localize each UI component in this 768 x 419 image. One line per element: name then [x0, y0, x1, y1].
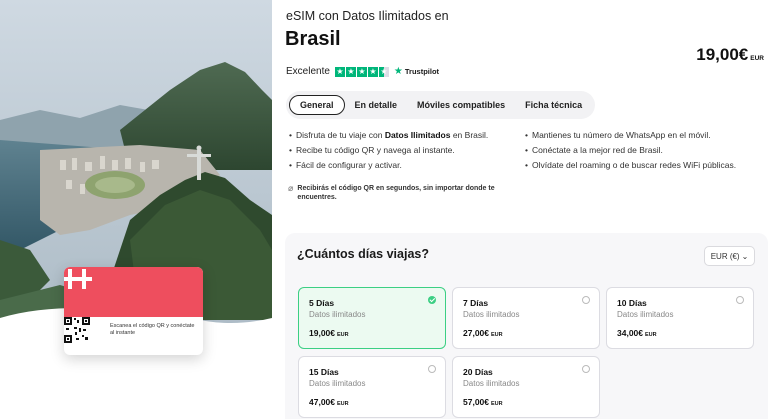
- card-header: [64, 267, 203, 317]
- plan-option-7-days[interactable]: 7 Días Datos ilimitados 27,00€ EUR: [452, 287, 600, 349]
- note-text: Recibirás el código QR en segundos, sin …: [297, 185, 495, 201]
- plan-days: 7 Días: [463, 298, 489, 308]
- chevron-down-icon: ⌄: [741, 251, 749, 261]
- plan-days: 10 Días: [617, 298, 647, 308]
- trustpilot-logo: ★ Trustpilot: [394, 66, 439, 77]
- plan-data: Datos ilimitados: [617, 310, 674, 319]
- page-title: Brasil: [285, 28, 341, 50]
- plan-price: 27,00€ EUR: [463, 328, 503, 338]
- rating-label: Excelente: [286, 66, 330, 77]
- plan-option-15-days[interactable]: 15 Días Datos ilimitados 47,00€ EUR: [298, 356, 446, 418]
- card-body: Escanea el código QR y conéctate al inst…: [64, 317, 203, 355]
- star-icon: ★: [356, 66, 367, 77]
- plan-days: 15 Días: [309, 367, 339, 377]
- card-instructions: Escanea el código QR y conéctate al inst…: [110, 323, 195, 336]
- feature-item: Mantienes tu número de WhatsApp en el mó…: [525, 128, 736, 143]
- feature-item: Disfruta de tu viaje con Datos Ilimitado…: [289, 128, 488, 143]
- page-subtitle: eSIM con Datos Ilimitados en: [286, 9, 449, 23]
- tab-ficha-tecnica[interactable]: Ficha técnica: [515, 95, 592, 115]
- product-price: 19,00€ EUR: [696, 45, 764, 65]
- plan-price: 34,00€ EUR: [617, 328, 657, 338]
- plan-days: 5 Días: [309, 298, 335, 308]
- selected-radio-icon[interactable]: [428, 296, 436, 304]
- star-icon: ★: [367, 66, 378, 77]
- currency-select[interactable]: EUR (€) ⌄: [704, 246, 755, 266]
- trustpilot-rating[interactable]: Excelente ★ ★ ★ ★ ★ ★ Trustpilot: [286, 66, 439, 77]
- radio-icon[interactable]: [736, 296, 744, 304]
- plan-data: Datos ilimitados: [309, 310, 366, 319]
- radio-icon[interactable]: [428, 365, 436, 373]
- star-icon: ★: [345, 66, 356, 77]
- price-currency: EUR: [750, 55, 764, 62]
- plan-price: 47,00€ EUR: [309, 397, 349, 407]
- features-list-right: Mantienes tu número de WhatsApp en el mó…: [525, 128, 736, 173]
- tab-general[interactable]: General: [289, 95, 345, 115]
- features-list-left: Disfruta de tu viaje con Datos Ilimitado…: [289, 128, 488, 173]
- feature-item: Recibe tu código QR y navega al instante…: [289, 143, 488, 158]
- plan-data: Datos ilimitados: [309, 379, 366, 388]
- info-tabs: General En detalle Móviles compatibles F…: [286, 91, 595, 119]
- half-star-icon: ★: [378, 66, 389, 77]
- feature-item: Fácil de configurar y activar.: [289, 158, 488, 173]
- plan-price: 57,00€ EUR: [463, 397, 503, 407]
- plan-option-10-days[interactable]: 10 Días Datos ilimitados 34,00€ EUR: [606, 287, 754, 349]
- paperclip-icon: ⌀: [288, 183, 294, 193]
- rio-landscape-illustration: [0, 0, 272, 419]
- currency-select-value: EUR (€): [710, 251, 740, 261]
- plan-price: 19,00€ EUR: [309, 328, 349, 338]
- feature-item: Olvídate del roaming o de buscar redes W…: [525, 158, 736, 173]
- price-value: 19,00€: [696, 45, 749, 64]
- hero-image: Escanea el código QR y conéctate al inst…: [0, 0, 272, 419]
- holafly-logo-icon: [64, 269, 92, 289]
- trustpilot-star-icon: ★: [393, 66, 403, 77]
- tab-en-detalle[interactable]: En detalle: [345, 95, 408, 115]
- plan-option-20-days[interactable]: 20 Días Datos ilimitados 57,00€ EUR: [452, 356, 600, 418]
- plan-option-5-days[interactable]: 5 Días Datos ilimitados 19,00€ EUR: [298, 287, 446, 349]
- tab-moviles-compatibles[interactable]: Móviles compatibles: [407, 95, 515, 115]
- trustpilot-label: Trustpilot: [404, 67, 440, 76]
- feature-item: Conéctate a la mejor red de Brasil.: [525, 143, 736, 158]
- radio-icon[interactable]: [582, 296, 590, 304]
- radio-icon[interactable]: [582, 365, 590, 373]
- plan-days: 20 Días: [463, 367, 493, 377]
- rating-stars: ★ ★ ★ ★ ★: [334, 66, 389, 77]
- qr-delivery-note: ⌀ Recibirás el código QR en segundos, si…: [288, 184, 518, 202]
- plan-data: Datos ilimitados: [463, 379, 520, 388]
- plan-data: Datos ilimitados: [463, 310, 520, 319]
- days-selector-title: ¿Cuántos días viajas?: [297, 247, 429, 261]
- esim-qr-card: Escanea el código QR y conéctate al inst…: [64, 267, 203, 355]
- qr-code-icon: [64, 317, 90, 343]
- star-icon: ★: [334, 66, 345, 77]
